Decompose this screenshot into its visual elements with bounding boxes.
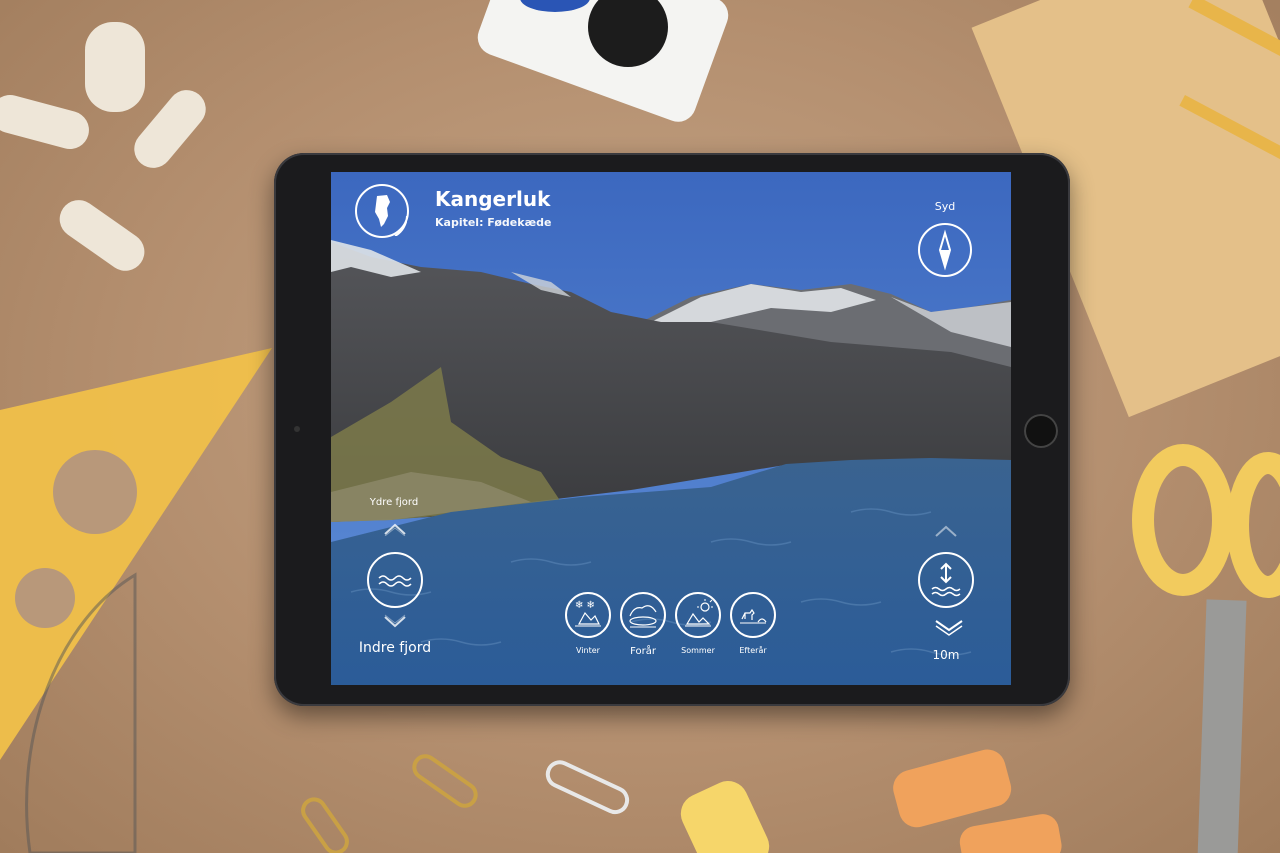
location-water-button[interactable] (367, 552, 423, 608)
season-autumn-label: Efterår (739, 646, 767, 655)
app-screen: Kangerluk Kapitel: Fødekæde Syd Ydre fjo… (331, 172, 1011, 685)
fjord-3d-scene[interactable] (331, 172, 1011, 685)
season-spring-button[interactable] (620, 592, 666, 638)
greenland-logo-button[interactable] (355, 184, 409, 238)
location-up-chevron-icon[interactable] (383, 522, 407, 536)
location-current-label: Indre fjord (358, 640, 432, 656)
depth-arrows-icon (931, 562, 961, 597)
location-down-chevron-icon[interactable] (383, 614, 407, 630)
summer-icon (685, 599, 713, 627)
svg-text:❄ ❄: ❄ ❄ (575, 600, 595, 611)
winter-icon: ❄ ❄ (575, 600, 601, 627)
spring-icon (629, 605, 657, 628)
waves-icon (378, 575, 412, 587)
season-winter-label: Vinter (576, 646, 600, 655)
paint-palette (477, 0, 729, 122)
season-summer-button[interactable] (675, 592, 721, 638)
compass-button[interactable] (918, 223, 972, 277)
compass-needle-icon (938, 229, 952, 271)
depth-value-label: 10m (932, 648, 960, 662)
greenland-map-icon (375, 195, 407, 236)
season-winter-button[interactable]: ❄ ❄ (565, 592, 611, 638)
app-title: Kangerluk (435, 187, 551, 211)
depth-down-chevron-icon[interactable] (934, 618, 964, 636)
season-autumn-button[interactable] (730, 592, 776, 638)
depth-up-chevron-icon[interactable] (934, 524, 958, 538)
chapter-subtitle: Kapitel: Fødekæde (435, 216, 552, 229)
depth-button[interactable] (918, 552, 974, 608)
autumn-icon (740, 608, 767, 624)
season-summer-label: Sommer (681, 646, 715, 655)
compass-direction-label: Syd (934, 200, 956, 213)
home-button[interactable] (1024, 414, 1058, 448)
location-upper-label: Ydre fjord (369, 497, 419, 508)
season-spring-label: Forår (630, 646, 656, 657)
front-camera (294, 426, 300, 432)
